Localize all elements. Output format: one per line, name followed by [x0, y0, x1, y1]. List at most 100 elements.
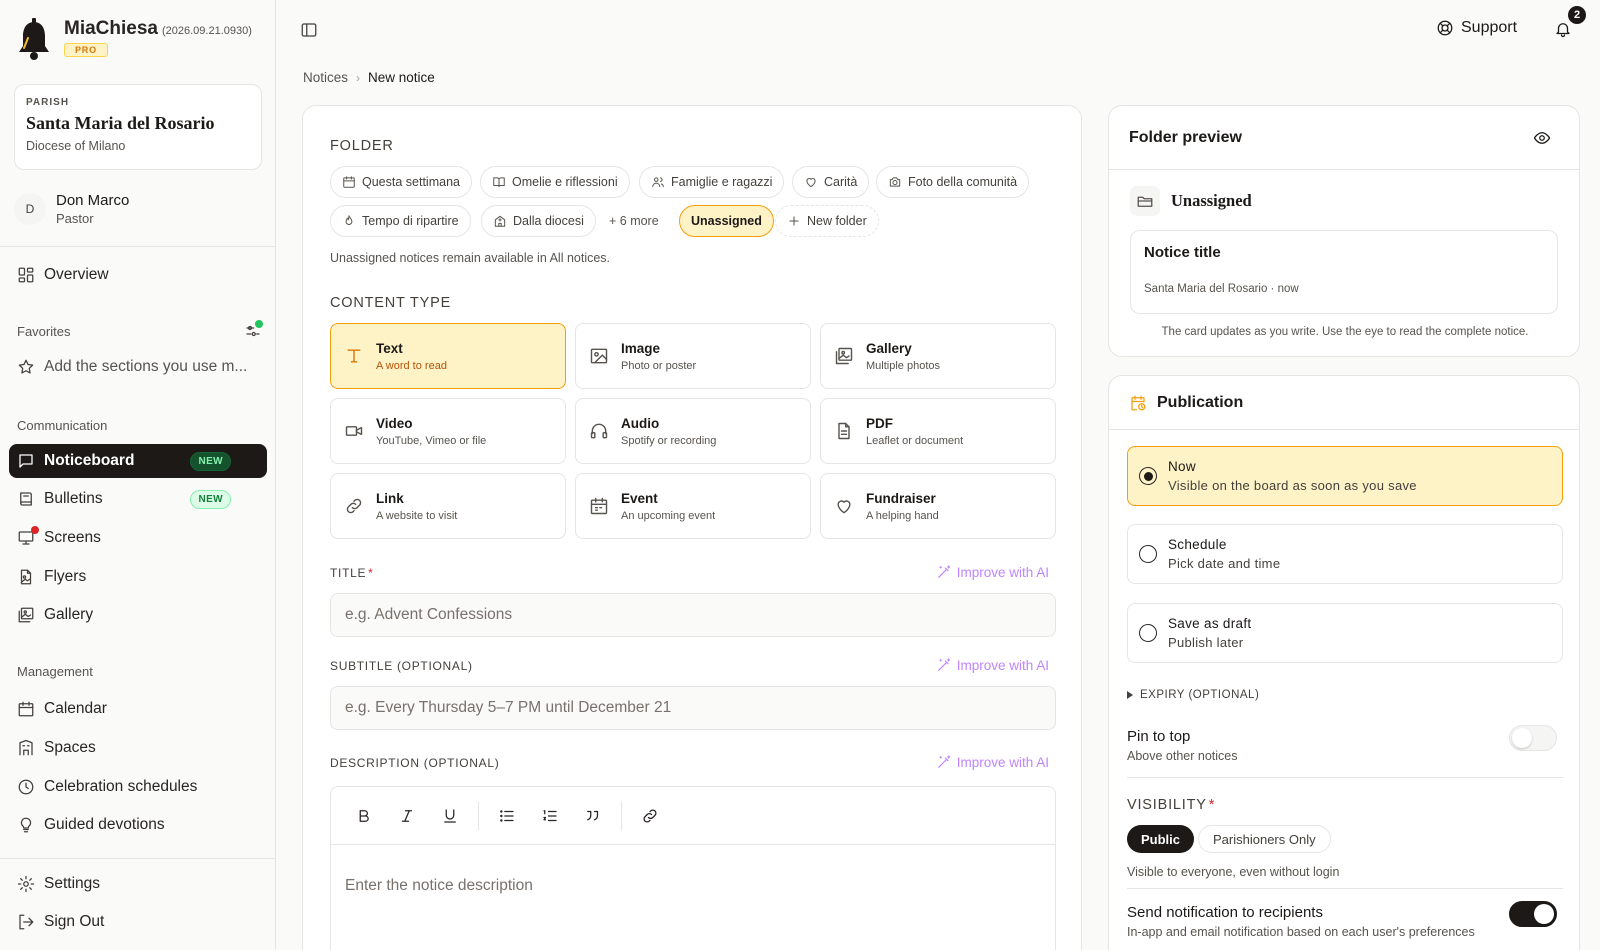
required-mark: *: [1208, 797, 1216, 813]
sidebar-item-sign-out[interactable]: Sign Out: [9, 905, 267, 939]
description-textarea[interactable]: Enter the notice description: [331, 845, 1055, 927]
folder-label: FOLDER: [330, 138, 394, 154]
folder-chip-label: Tempo di ripartire: [362, 214, 459, 228]
pin-to-top-toggle[interactable]: [1509, 725, 1557, 751]
content-type-fundraiser[interactable]: Fundraiser A helping hand: [820, 473, 1056, 539]
folder-chip-dalla-diocesi[interactable]: Dalla diocesi: [481, 205, 596, 237]
disclosure-triangle-icon: [1127, 691, 1133, 699]
sidebar-item-celebration-schedules[interactable]: Celebration schedules: [9, 770, 267, 804]
sidebar-toggle-icon[interactable]: [300, 21, 318, 39]
screens-alert-dot: [31, 526, 39, 534]
publication-title: Publication: [1157, 393, 1244, 411]
underline-icon[interactable]: [435, 801, 465, 831]
title-input[interactable]: [330, 593, 1056, 637]
image-icon: [590, 348, 608, 364]
improve-title-ai-button[interactable]: Improve with AI: [936, 564, 1049, 580]
folder-chip-carita[interactable]: Carità: [792, 166, 870, 198]
sidebar-item-spaces[interactable]: Spaces: [9, 731, 267, 765]
content-type-link[interactable]: Link A website to visit: [330, 473, 566, 539]
sidebar-item-calendar[interactable]: Calendar: [9, 692, 267, 726]
content-type-video[interactable]: Video YouTube, Vimeo or file: [330, 398, 566, 464]
content-type-desc: A helping hand: [866, 509, 939, 522]
link-icon[interactable]: [635, 801, 665, 831]
plus-icon: [789, 216, 799, 226]
message-square-icon: [19, 454, 33, 468]
folder-chip-tempo-ripartire[interactable]: Tempo di ripartire: [330, 205, 471, 237]
sidebar-item-label: Bulletins: [44, 490, 103, 507]
content-type-title: Link: [376, 490, 404, 506]
sidebar-item-overview[interactable]: Overview: [9, 258, 267, 292]
sidebar-item-guided-devotions[interactable]: Guided devotions: [9, 808, 267, 842]
folder-chip-omelie[interactable]: Omelie e riflessioni: [480, 166, 630, 198]
content-type-desc: A word to read: [376, 359, 447, 372]
publish-now-option[interactable]: Now Visible on the board as soon as you s…: [1127, 446, 1563, 506]
parish-card[interactable]: PARISH Santa Maria del Rosario Diocese o…: [14, 84, 262, 170]
topbar: Support 2: [276, 0, 1600, 60]
publish-schedule-option[interactable]: Schedule Pick date and time: [1127, 524, 1563, 584]
quote-icon[interactable]: [578, 801, 608, 831]
folder-chip-foto-comunita[interactable]: Foto della comunità: [876, 166, 1030, 198]
numbered-list-icon[interactable]: [535, 801, 565, 831]
magic-wand-icon: [937, 755, 950, 768]
option-title: Save as draft: [1168, 616, 1252, 631]
sidebar-item-gallery[interactable]: Gallery: [9, 598, 267, 632]
star-icon: [18, 359, 34, 374]
book-icon: [20, 492, 32, 506]
breadcrumb-separator-icon: ›: [356, 70, 361, 85]
new-folder-label: New folder: [807, 214, 867, 228]
magic-wand-icon: [937, 658, 950, 671]
support-button[interactable]: Support: [1436, 19, 1517, 37]
improve-ai-label: Improve with AI: [956, 657, 1049, 673]
sidebar-item-label: Flyers: [44, 568, 87, 585]
content-type-text[interactable]: Text A word to read: [330, 323, 566, 389]
sidebar-item-noticeboard[interactable]: Noticeboard NEW: [9, 444, 267, 478]
calendar-icon: [18, 701, 34, 717]
content-type-gallery[interactable]: Gallery Multiple photos: [820, 323, 1056, 389]
sidebar-item-screens[interactable]: Screens: [9, 521, 267, 555]
folder-preview-header: Folder preview: [1109, 106, 1579, 170]
bold-icon[interactable]: [349, 801, 379, 831]
folder-chip-famiglie[interactable]: Famiglie e ragazzi: [639, 166, 785, 198]
content-type-pdf[interactable]: PDF Leaflet or document: [820, 398, 1056, 464]
user-profile[interactable]: D Don Marco Pastor: [14, 192, 129, 226]
save-draft-option[interactable]: Save as draft Publish later: [1127, 603, 1563, 663]
heart-icon: [837, 500, 851, 514]
bell-logo-icon: [19, 18, 49, 60]
radio-icon: [1139, 545, 1157, 563]
italic-icon[interactable]: [392, 801, 422, 831]
brand[interactable]: MiaChiesa (2026.09.21.0930) PRO: [16, 18, 252, 62]
toolbar-divider: [478, 801, 479, 830]
visibility-parishioners-button[interactable]: Parishioners Only: [1198, 825, 1331, 853]
visibility-public-button[interactable]: Public: [1127, 825, 1195, 853]
send-notification-toggle[interactable]: [1509, 901, 1557, 927]
content-type-audio[interactable]: Audio Spotify or recording: [575, 398, 811, 464]
expiry-toggle[interactable]: EXPIRY (OPTIONAL): [1127, 689, 1259, 701]
folder-more-button[interactable]: + 6 more: [605, 205, 663, 237]
visibility-hint: Visible to everyone, even without login: [1127, 865, 1340, 879]
preview-notice-card[interactable]: Notice title Santa Maria del Rosario · n…: [1130, 230, 1558, 314]
favorites-add-hint[interactable]: Add the sections you use m...: [9, 350, 267, 384]
favorites-status-dot: [255, 320, 263, 328]
sidebar-item-settings[interactable]: Settings: [9, 867, 267, 901]
sidebar-item-flyers[interactable]: Flyers: [9, 560, 267, 594]
improve-description-ai-button[interactable]: Improve with AI: [936, 754, 1049, 770]
notifications-bell-icon[interactable]: [1554, 20, 1572, 38]
improve-subtitle-ai-button[interactable]: Improve with AI: [936, 657, 1049, 673]
images-icon: [835, 347, 853, 365]
sidebar-item-label: Overview: [44, 266, 109, 283]
folder-chip-questa-settimana[interactable]: Questa settimana: [330, 166, 472, 198]
breadcrumb-notices-link[interactable]: Notices: [303, 70, 348, 85]
sidebar-item-bulletins[interactable]: Bulletins NEW: [9, 482, 267, 516]
content-type-image[interactable]: Image Photo or poster: [575, 323, 811, 389]
title-label: TITLE *: [330, 566, 374, 580]
subtitle-input[interactable]: [330, 686, 1056, 730]
new-folder-button[interactable]: New folder: [775, 205, 879, 237]
content-type-event[interactable]: Event An upcoming event: [575, 473, 811, 539]
radio-icon: [1139, 624, 1157, 642]
bullet-list-icon[interactable]: [492, 801, 522, 831]
calendar-icon: [590, 497, 608, 515]
notice-form: FOLDER Questa settimana Omelie e rifless…: [302, 105, 1082, 950]
content-type-title: Image: [621, 340, 661, 356]
folder-chip-unassigned[interactable]: Unassigned: [679, 205, 774, 237]
eye-icon[interactable]: [1533, 129, 1551, 147]
